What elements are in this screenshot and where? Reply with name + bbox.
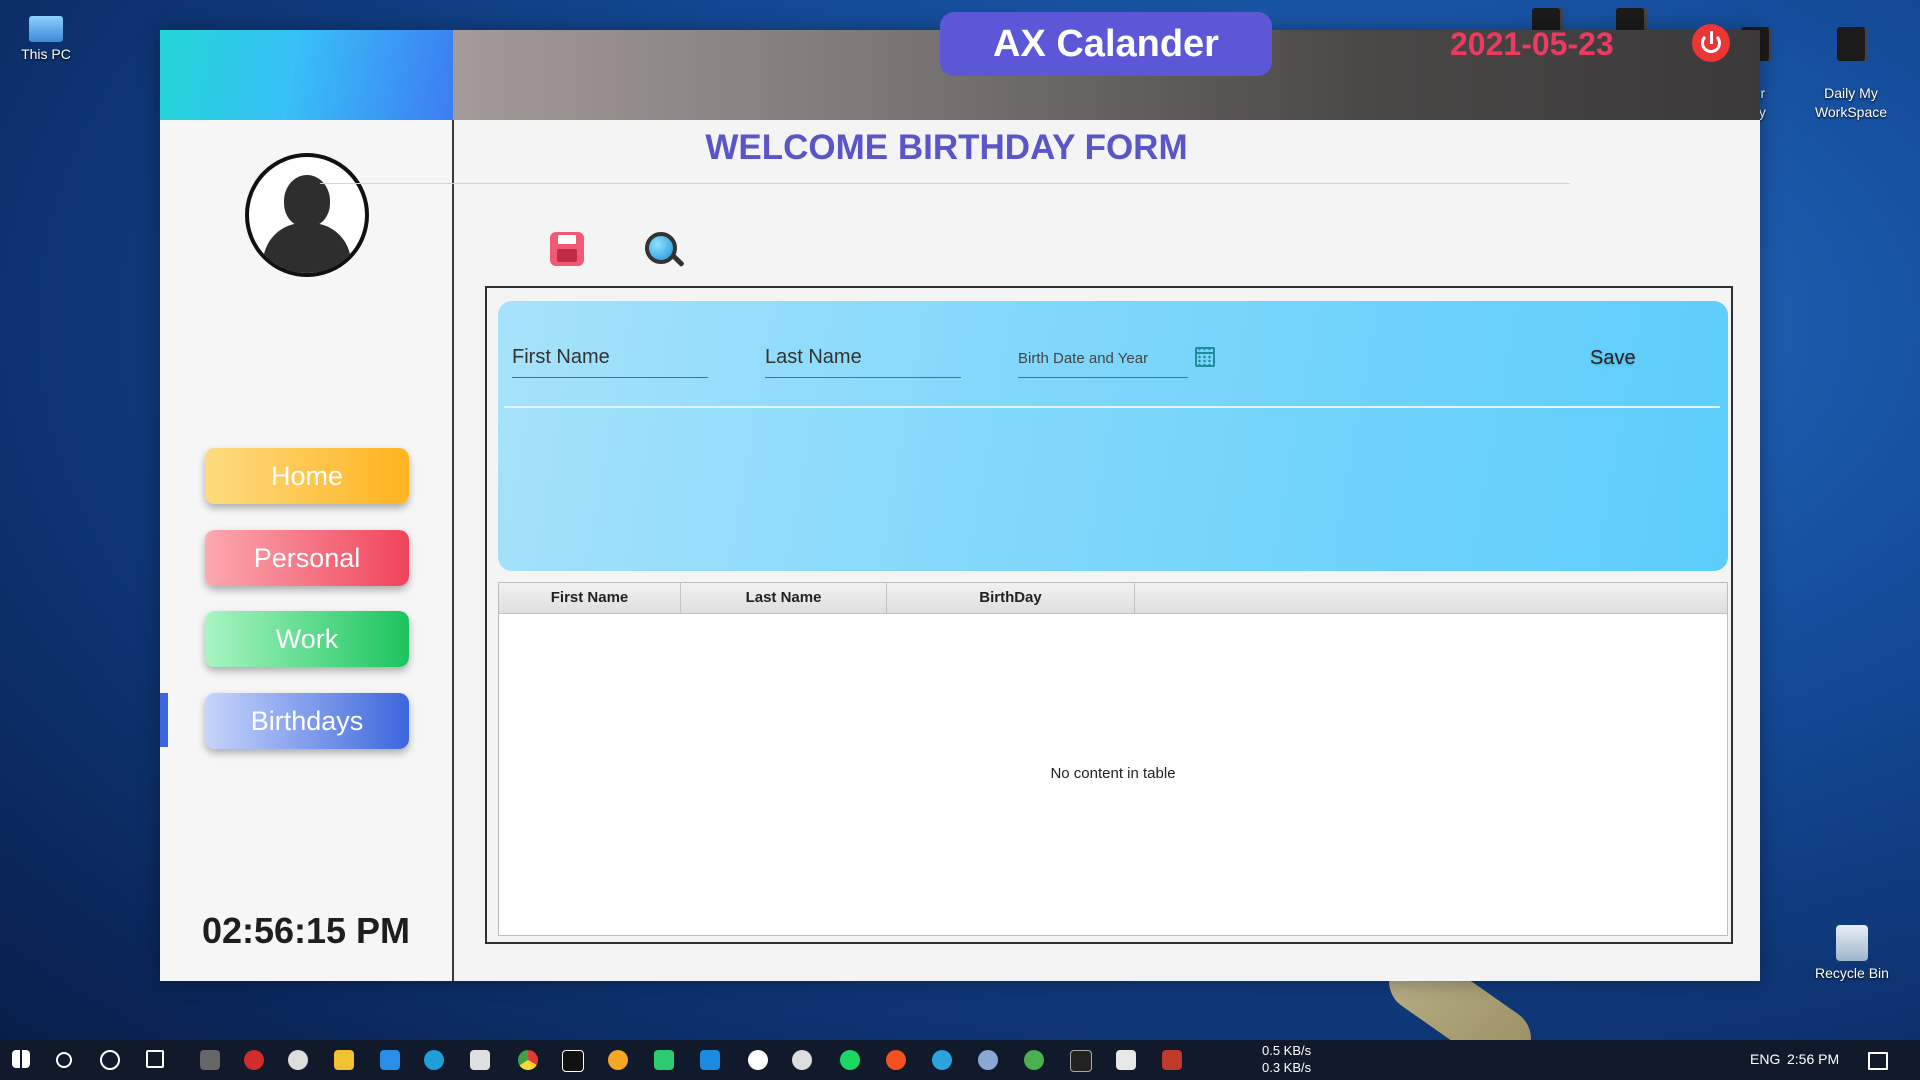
active-nav-indicator — [160, 693, 168, 747]
network-speed: 0.5 KB/s 0.3 KB/s — [1262, 1042, 1311, 1076]
page-title: WELCOME BIRTHDAY FORM — [705, 128, 1188, 167]
nav-birthdays-button[interactable]: Birthdays — [205, 693, 409, 749]
nav-work-button[interactable]: Work — [205, 611, 409, 667]
computer-icon — [29, 16, 63, 42]
app-icon[interactable] — [1024, 1050, 1044, 1070]
calendar-icon[interactable] — [1195, 347, 1215, 367]
nav-home-button[interactable]: Home — [205, 448, 409, 504]
clock-display: 02:56:15 PM — [201, 910, 411, 951]
table-header: First Name Last Name BirthDay — [499, 583, 1727, 614]
app-title: AX Calander — [940, 12, 1272, 76]
search-handle — [671, 253, 685, 268]
notifications-icon[interactable] — [1868, 1052, 1888, 1070]
birthday-form-card — [498, 301, 1728, 571]
app-icon[interactable] — [654, 1050, 674, 1070]
app-icon[interactable] — [1162, 1050, 1182, 1070]
intellij-icon[interactable] — [562, 1050, 584, 1072]
app-icon[interactable] — [244, 1050, 264, 1070]
table-empty-message: No content in table — [1050, 765, 1176, 782]
settings-icon[interactable] — [288, 1050, 308, 1070]
power-button[interactable] — [1692, 24, 1730, 62]
nav-personal-button[interactable]: Personal — [205, 530, 409, 586]
mail-icon[interactable] — [380, 1050, 400, 1070]
task-view-icon[interactable] — [146, 1050, 164, 1068]
start-icon[interactable] — [12, 1050, 30, 1068]
app-icon[interactable] — [748, 1050, 768, 1070]
folder-icon — [1837, 27, 1865, 61]
telegram-icon[interactable] — [932, 1050, 952, 1070]
network-upload-speed: 0.3 KB/s — [1262, 1060, 1312, 1075]
desktop-icon-label: This PC — [21, 46, 71, 62]
user-body-shape — [263, 223, 351, 273]
file-explorer-icon[interactable] — [334, 1050, 354, 1070]
save-icon[interactable] — [550, 232, 584, 266]
search-icon[interactable] — [645, 232, 685, 272]
spotify-icon[interactable] — [840, 1050, 860, 1070]
store-icon[interactable] — [470, 1050, 490, 1070]
edge-icon[interactable] — [424, 1050, 444, 1070]
language-indicator[interactable]: ENG — [1750, 1051, 1780, 1067]
divider — [504, 406, 1720, 408]
desktop-icon-recycle-bin[interactable]: Recycle Bin — [1802, 925, 1902, 981]
vscode-icon[interactable] — [700, 1050, 720, 1070]
app-icon[interactable] — [978, 1050, 998, 1070]
birth-date-field[interactable]: Birth Date and Year — [1018, 346, 1188, 378]
network-download-speed: 0.5 KB/s — [1262, 1043, 1312, 1058]
save-button[interactable]: Save — [1590, 347, 1636, 370]
column-header-first-name[interactable]: First Name — [499, 583, 681, 613]
desktop-icon-label: Recycle Bin — [1815, 965, 1889, 981]
slack-icon[interactable] — [792, 1050, 812, 1070]
last-name-field[interactable]: Last Name — [765, 346, 961, 378]
recycle-bin-icon — [1836, 925, 1868, 961]
taskbar-clock[interactable]: 2:56 PM — [1787, 1051, 1839, 1067]
first-name-field[interactable]: First Name — [512, 346, 708, 378]
chrome-icon[interactable] — [518, 1050, 538, 1070]
desktop-icon-this-pc[interactable]: This PC — [0, 10, 96, 62]
cortana-icon[interactable] — [100, 1050, 120, 1070]
search-icon[interactable] — [56, 1052, 72, 1068]
java-app-icon[interactable] — [1116, 1050, 1136, 1070]
app-icon[interactable] — [886, 1050, 906, 1070]
taskbar: 0.5 KB/s 0.3 KB/s ENG 2:56 PM — [0, 1040, 1920, 1080]
terminal-icon[interactable] — [1070, 1050, 1092, 1072]
birthday-table[interactable]: First Name Last Name BirthDay No content… — [498, 582, 1728, 936]
app-icon[interactable] — [608, 1050, 628, 1070]
desktop-icon-daily-workspace[interactable]: Daily My WorkSpace — [1801, 8, 1901, 141]
current-date: 2021-05-23 — [1450, 26, 1614, 62]
avatar — [245, 153, 369, 277]
app-icon[interactable] — [200, 1050, 220, 1070]
column-header-last-name[interactable]: Last Name — [681, 583, 887, 613]
sidebar: Home Personal Work Birthdays 02:56:15 PM — [160, 120, 454, 981]
sidebar-header — [160, 30, 453, 120]
column-header-birthday[interactable]: BirthDay — [887, 583, 1135, 613]
desktop-icon-label: Daily My WorkSpace — [1814, 85, 1888, 120]
divider — [320, 183, 1570, 184]
